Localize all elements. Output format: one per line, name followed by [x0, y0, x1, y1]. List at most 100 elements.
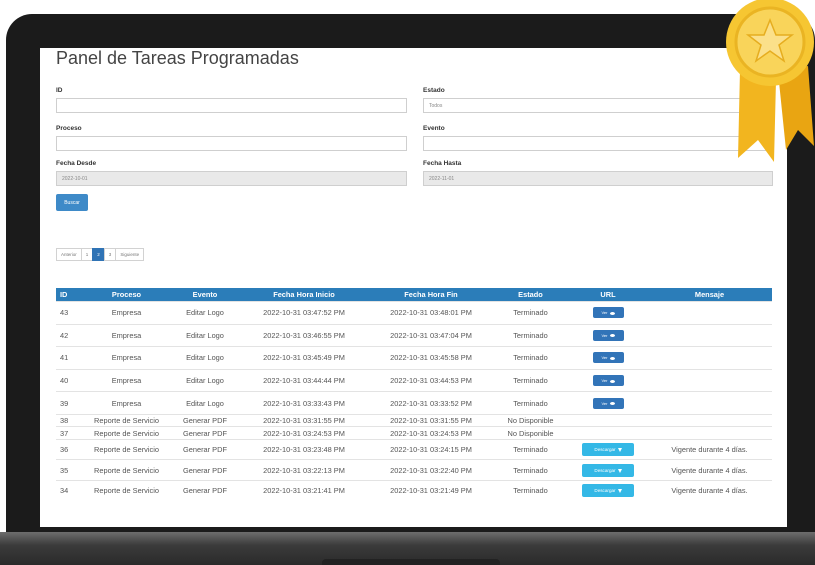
- id-input[interactable]: [56, 98, 407, 113]
- cell-inicio: 2022-10-31 03:24:53 PM: [238, 426, 370, 440]
- descargar-button[interactable]: Descargar: [582, 484, 634, 498]
- cell-id: 41: [56, 346, 81, 370]
- cell-proceso: Reporte de Servicio: [81, 459, 172, 481]
- descargar-button[interactable]: Descargar: [582, 443, 634, 457]
- header-fecha-fin[interactable]: Fecha Hora Fin: [370, 288, 492, 302]
- cell-mensaje: [647, 413, 772, 427]
- header-fecha-inicio[interactable]: Fecha Hora Inicio: [238, 288, 370, 302]
- ver-button[interactable]: Ver: [592, 397, 624, 409]
- cell-inicio: 2022-10-31 03:46:55 PM: [238, 323, 370, 347]
- cell-evento: Editar Logo: [172, 346, 238, 370]
- header-id[interactable]: ID: [56, 288, 81, 302]
- ver-button[interactable]: Ver: [592, 307, 624, 319]
- cell-estado: No Disponible: [492, 413, 569, 427]
- cell-fin: 2022-10-31 03:21:49 PM: [370, 479, 492, 501]
- evento-label: Evento: [423, 125, 445, 132]
- descargar-button[interactable]: Descargar: [582, 463, 634, 477]
- ver-button-label: Ver: [601, 355, 608, 361]
- cell-evento: Generar PDF: [172, 438, 238, 460]
- cell-estado: Terminado: [492, 301, 569, 325]
- cell-id: 37: [56, 426, 81, 440]
- cell-estado: Terminado: [492, 479, 569, 501]
- cell-inicio: 2022-10-31 03:44:44 PM: [238, 368, 370, 392]
- cell-evento: Editar Logo: [172, 323, 238, 347]
- proceso-input[interactable]: [56, 136, 407, 151]
- cell-inicio: 2022-10-31 03:31:55 PM: [238, 413, 370, 427]
- cell-url: Ver: [569, 301, 647, 325]
- cell-url: Descargar: [569, 459, 647, 481]
- cell-url: [569, 413, 647, 427]
- cell-fin: 2022-10-31 03:31:55 PM: [370, 413, 492, 427]
- eye-icon: [609, 356, 615, 360]
- descargar-button-label: Descargar: [594, 488, 616, 494]
- descargar-button-label: Descargar: [594, 467, 616, 473]
- table-row: 43 Empresa Editar Logo 2022-10-31 03:47:52 …: [56, 301, 772, 325]
- table-row: 35 Reporte de Servicio Generar PDF 2022-10-…: [56, 459, 772, 481]
- ver-button-label: Ver: [601, 400, 608, 406]
- cell-fin: 2022-10-31 03:48:01 PM: [370, 301, 492, 325]
- cell-mensaje: [647, 426, 772, 440]
- header-proceso[interactable]: Proceso: [81, 288, 172, 302]
- pagination: Anterior 1 2 3 Siguiente: [56, 248, 145, 261]
- cell-proceso: Reporte de Servicio: [81, 426, 172, 440]
- cell-evento: Generar PDF: [172, 459, 238, 481]
- header-url[interactable]: URL: [569, 288, 647, 302]
- cell-proceso: Empresa: [81, 301, 172, 325]
- cell-url: Ver: [569, 368, 647, 392]
- ver-button-label: Ver: [601, 332, 608, 338]
- cell-fin: 2022-10-31 03:22:40 PM: [370, 459, 492, 481]
- cell-inicio: 2022-10-31 03:45:49 PM: [238, 346, 370, 370]
- cell-estado: Terminado: [492, 459, 569, 481]
- id-label: ID: [56, 87, 63, 94]
- estado-label: Estado: [423, 87, 445, 94]
- cell-evento: Generar PDF: [172, 426, 238, 440]
- fecha-hasta-input[interactable]: 2022-11-01: [423, 171, 773, 186]
- fecha-desde-input[interactable]: 2022-10-01: [56, 171, 407, 186]
- ver-button[interactable]: Ver: [592, 329, 624, 341]
- cell-proceso: Empresa: [81, 368, 172, 392]
- ver-button-label: Ver: [601, 310, 608, 316]
- cell-estado: Terminado: [492, 438, 569, 460]
- cell-url: Ver: [569, 391, 647, 415]
- header-estado[interactable]: Estado: [492, 288, 569, 302]
- cell-proceso: Empresa: [81, 323, 172, 347]
- cell-mensaje: [647, 346, 772, 370]
- cell-mensaje: [647, 323, 772, 347]
- cell-estado: Terminado: [492, 323, 569, 347]
- cell-inicio: 2022-10-31 03:23:48 PM: [238, 438, 370, 460]
- cell-id: 43: [56, 301, 81, 325]
- ver-button[interactable]: Ver: [592, 352, 624, 364]
- cell-evento: Editar Logo: [172, 391, 238, 415]
- cell-estado: Terminado: [492, 346, 569, 370]
- table-row: 42 Empresa Editar Logo 2022-10-31 03:46:55 …: [56, 323, 772, 347]
- ver-button[interactable]: Ver: [592, 375, 624, 387]
- cell-inicio: 2022-10-31 03:21:41 PM: [238, 479, 370, 501]
- pagination-prev[interactable]: Anterior: [56, 248, 82, 261]
- cell-fin: 2022-10-31 03:44:53 PM: [370, 368, 492, 392]
- pagination-next[interactable]: Siguiente: [115, 248, 145, 261]
- cell-evento: Editar Logo: [172, 368, 238, 392]
- table-row: 40 Empresa Editar Logo 2022-10-31 03:44:44 …: [56, 368, 772, 392]
- cell-mensaje: [647, 368, 772, 392]
- cell-mensaje: Vigente durante 4 días.: [647, 479, 772, 501]
- cell-mensaje: [647, 391, 772, 415]
- cell-id: 42: [56, 323, 81, 347]
- table-row: 36 Reporte de Servicio Generar PDF 2022-10-…: [56, 438, 772, 460]
- star-badge-icon: [726, 0, 814, 162]
- cell-evento: Generar PDF: [172, 479, 238, 501]
- table-row: 34 Reporte de Servicio Generar PDF 2022-10-…: [56, 479, 772, 501]
- header-evento[interactable]: Evento: [172, 288, 238, 302]
- header-mensaje[interactable]: Mensaje: [647, 288, 772, 302]
- table-row: 39 Empresa Editar Logo 2022-10-31 03:33:43 …: [56, 391, 772, 415]
- cell-url: Ver: [569, 346, 647, 370]
- cell-url: Ver: [569, 323, 647, 347]
- cell-mensaje: Vigente durante 4 días.: [647, 459, 772, 481]
- cell-mensaje: Vigente durante 4 días.: [647, 438, 772, 460]
- cell-evento: Editar Logo: [172, 301, 238, 325]
- cell-estado: No Disponible: [492, 426, 569, 440]
- buscar-button[interactable]: Buscar: [56, 194, 88, 211]
- cell-fin: 2022-10-31 03:47:04 PM: [370, 323, 492, 347]
- cell-fin: 2022-10-31 03:24:53 PM: [370, 426, 492, 440]
- ver-button-label: Ver: [601, 378, 608, 384]
- eye-icon: [609, 334, 615, 338]
